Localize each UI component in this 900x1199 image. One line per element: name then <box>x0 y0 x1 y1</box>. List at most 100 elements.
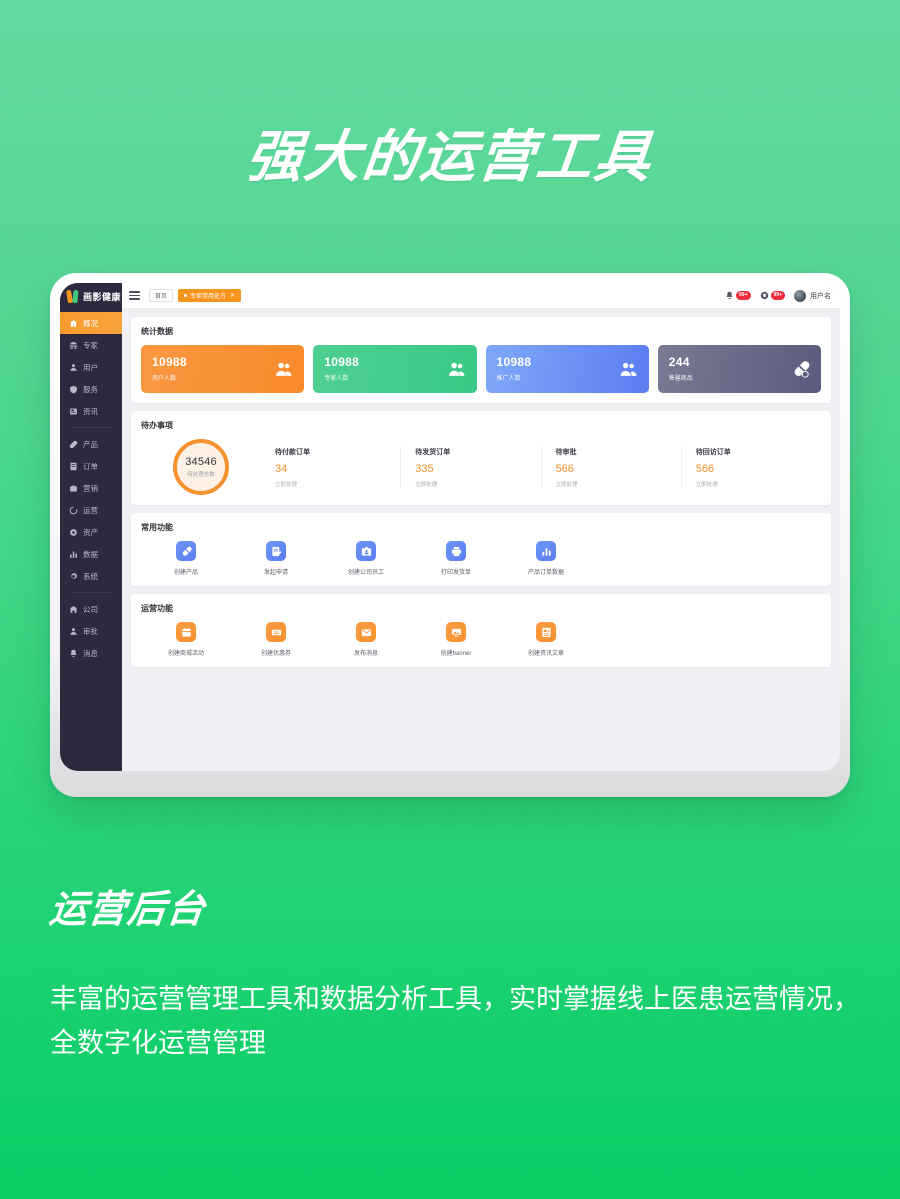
stat-card-promoters[interactable]: 10988 推广人数 <box>485 345 649 393</box>
expert-icon <box>69 341 78 350</box>
sidebar-item-expert[interactable]: 专家 <box>60 334 122 356</box>
todo-item-action[interactable]: 立即处理 <box>275 480 400 488</box>
sidebar-item-asset[interactable]: 资产 <box>60 521 122 543</box>
help-center[interactable]: 99+ <box>760 291 785 300</box>
user-menu[interactable]: 用户名 <box>794 289 831 302</box>
tab-home[interactable]: 首页 <box>149 289 174 302</box>
sidebar-item-product[interactable]: 产品 <box>60 433 122 455</box>
todo-item-title: 待付款订单 <box>275 448 310 456</box>
stat-value: 10988 <box>152 354 187 369</box>
sidebar-item-label: 系统 <box>83 571 98 581</box>
hamburger-icon[interactable] <box>129 291 140 300</box>
todo-item-pending-approval[interactable]: 待审批 566 立即处理 <box>540 446 681 488</box>
function-create-product[interactable]: 创建产品 <box>141 541 231 576</box>
device-screen: 画影健康 概况 专家 用户 服务 资讯 产品 订单 营销 运营 资产 数据 系统… <box>60 283 840 771</box>
stat-label: 专家人数 <box>324 376 349 383</box>
section-title: 统计数据 <box>141 327 173 336</box>
function-start-application[interactable]: 发起申请 <box>231 541 321 576</box>
function-publish-message[interactable]: 发布消息 <box>321 622 411 657</box>
stat-card-soldout[interactable]: 244 售罄商品 <box>657 345 821 393</box>
image-icon <box>446 622 466 642</box>
bar-chart-icon <box>536 541 556 561</box>
todo-item-value: 34 <box>275 462 288 475</box>
sidebar-item-operation[interactable]: 运营 <box>60 499 122 521</box>
todo-total-label: 待处理总数 <box>187 472 215 478</box>
employee-icon <box>356 541 376 561</box>
sidebar-item-message[interactable]: 消息 <box>60 642 122 664</box>
stat-card-experts[interactable]: 10988 专家人数 <box>313 345 477 393</box>
tab-expert-prescription[interactable]: 专家常用处方 ✕ <box>178 289 242 302</box>
tab-dot-icon <box>184 294 188 297</box>
function-create-mall-activity[interactable]: 创建商城活动 <box>141 622 231 657</box>
bell-icon <box>726 291 733 300</box>
sidebar-item-data[interactable]: 数据 <box>60 543 122 565</box>
tab-label: 首页 <box>155 294 168 300</box>
sidebar-item-label: 公司 <box>83 604 98 614</box>
company-icon <box>69 605 78 614</box>
sidebar-item-label: 概况 <box>83 318 98 328</box>
todo-total-ring: 34546 待处理总数 <box>173 439 229 495</box>
avatar <box>794 289 806 302</box>
sidebar-item-news[interactable]: 资讯 <box>60 400 122 422</box>
sidebar-item-approval[interactable]: 审批 <box>60 620 122 642</box>
users-icon <box>447 360 466 379</box>
pill-icon <box>791 360 810 379</box>
calendar-icon <box>176 622 196 642</box>
sidebar-item-company[interactable]: 公司 <box>60 598 122 620</box>
function-create-coupon[interactable]: 创建优惠券 <box>231 622 321 657</box>
sidebar-item-user[interactable]: 用户 <box>60 356 122 378</box>
todo-item-list: 待付款订单 34 立即处理 待发货订单 335 立即处理 待审批 566 立即处… <box>261 446 821 488</box>
operation-functions-card: 运营功能 创建商城活动 创建优惠券 发布消息 创建banner 创建资讯文章 <box>131 594 831 667</box>
function-print-invoice[interactable]: 打印发货单 <box>411 541 501 576</box>
status-badge: 99+ <box>770 291 785 300</box>
close-icon[interactable]: ✕ <box>230 293 235 299</box>
users-group-icon <box>619 360 638 379</box>
todo-card: 待办事项 34546 待处理总数 待付款订单 34 立即处理 待发货订单 335… <box>131 411 831 505</box>
status-badge: 99+ <box>736 291 751 300</box>
sidebar-item-order[interactable]: 订单 <box>60 455 122 477</box>
function-create-banner[interactable]: 创建banner <box>411 622 501 657</box>
todo-item-value: 566 <box>555 462 574 475</box>
sidebar-item-system[interactable]: 系统 <box>60 565 122 587</box>
stat-card-users[interactable]: 10988 用户人数 <box>141 345 305 393</box>
function-label: 发布消息 <box>353 651 378 657</box>
approval-icon <box>69 627 78 636</box>
todo-item-pending-payment[interactable]: 待付款订单 34 立即处理 <box>261 447 400 488</box>
topbar: 首页 专家常用处方 ✕ 99+ 99+ 用户名 <box>122 283 840 309</box>
todo-item-pending-shipment[interactable]: 待发货订单 335 立即处理 <box>400 446 540 488</box>
stat-label: 售罄商品 <box>668 376 693 383</box>
todo-item-action[interactable]: 立即处理 <box>696 480 821 488</box>
todo-item-action[interactable]: 立即处理 <box>556 480 681 488</box>
sidebar-item-service[interactable]: 服务 <box>60 378 122 400</box>
section-title: 待办事项 <box>141 421 173 430</box>
common-function-list: 创建产品 发起申请 创建公司员工 打印发货单 产品订单数据 <box>141 541 821 576</box>
section-heading: 运营后台 <box>47 889 208 931</box>
stat-value: 244 <box>668 354 690 369</box>
sidebar-item-marketing[interactable]: 营销 <box>60 477 122 499</box>
operation-icon <box>69 506 78 515</box>
order-icon <box>69 462 78 471</box>
sidebar-item-label: 用户 <box>83 362 98 372</box>
brand[interactable]: 画影健康 <box>60 283 122 309</box>
todo-item-title: 待回访订单 <box>695 448 731 456</box>
coupon-icon <box>266 622 286 642</box>
sidebar-item-label: 产品 <box>83 439 98 449</box>
todo-item-pending-followup[interactable]: 待回访订单 566 立即处理 <box>680 446 821 488</box>
home-icon <box>69 319 78 328</box>
notification-bell[interactable]: 99+ <box>725 291 751 300</box>
todo-item-action[interactable]: 立即处理 <box>415 480 540 488</box>
sidebar-item-label: 消息 <box>83 648 98 658</box>
topbar-actions: 99+ 99+ 用户名 <box>725 289 831 302</box>
function-create-article[interactable]: 创建资讯文章 <box>501 622 591 657</box>
data-icon <box>69 550 78 559</box>
page-title: 强大的运营工具 <box>243 125 656 188</box>
function-product-order-data[interactable]: 产品订单数据 <box>501 541 591 576</box>
function-create-employee[interactable]: 创建公司员工 <box>321 541 411 576</box>
user-name: 用户名 <box>810 292 831 300</box>
sidebar-item-label: 营销 <box>83 483 98 493</box>
section-description: 丰富的运营管理工具和数据分析工具，实时掌握线上医患运营情况，全数字化运营管理 <box>50 984 860 1058</box>
sidebar-item-label: 资产 <box>83 527 98 537</box>
users-icon <box>274 360 293 379</box>
sidebar-item-overview[interactable]: 概况 <box>60 312 122 334</box>
sidebar: 画影健康 概况 专家 用户 服务 资讯 产品 订单 营销 运营 资产 数据 系统… <box>60 283 122 771</box>
